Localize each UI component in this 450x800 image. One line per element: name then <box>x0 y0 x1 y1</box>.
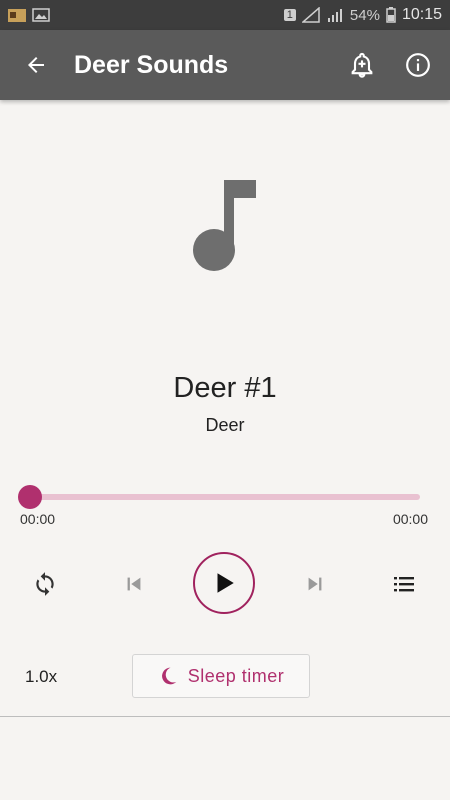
next-button[interactable] <box>297 566 333 602</box>
skip-next-icon <box>308 577 322 591</box>
total-duration: 00:00 <box>392 511 428 527</box>
bell-plus-icon <box>351 52 373 78</box>
back-button[interactable] <box>8 37 64 93</box>
status-bar: 1 54% 10:15 <box>0 0 450 30</box>
previous-button[interactable] <box>116 566 152 602</box>
sim-indicator: 1 <box>283 9 296 21</box>
divider <box>0 716 450 717</box>
seek-bar[interactable] <box>18 485 420 509</box>
battery-percent: 54% <box>349 6 380 24</box>
sleep-timer-label: Sleep timer <box>187 665 285 686</box>
app-notification-icon <box>8 9 26 22</box>
repeat-icon <box>36 572 54 596</box>
sleep-timer-button[interactable]: Sleep timer <box>132 654 310 698</box>
image-notification-icon <box>32 8 50 22</box>
clock: 10:15 <box>401 6 442 23</box>
signal-icon <box>301 7 320 23</box>
moon-icon <box>161 667 177 685</box>
page-title: Deer Sounds <box>74 50 229 79</box>
play-button[interactable] <box>193 552 255 614</box>
signal-bars-icon <box>327 9 342 22</box>
list-icon <box>394 577 414 592</box>
arrow-back-icon <box>28 57 44 73</box>
playback-controls <box>0 552 450 616</box>
battery-icon <box>386 7 396 23</box>
track-category: Deer <box>205 415 245 435</box>
elapsed-time: 00:00 <box>20 511 56 527</box>
play-icon <box>217 573 234 593</box>
app-bar: Deer Sounds <box>0 30 450 100</box>
seek-thumb[interactable] <box>18 485 42 509</box>
info-icon <box>406 53 430 77</box>
playback-speed[interactable]: 1.0x <box>25 667 57 687</box>
repeat-button[interactable] <box>27 566 63 602</box>
music-note-icon <box>193 180 256 271</box>
add-alarm-button[interactable] <box>334 37 390 93</box>
track-title: Deer #1 <box>173 372 277 404</box>
info-button[interactable] <box>390 37 446 93</box>
skip-previous-icon <box>127 577 141 591</box>
playlist-button[interactable] <box>386 566 422 602</box>
